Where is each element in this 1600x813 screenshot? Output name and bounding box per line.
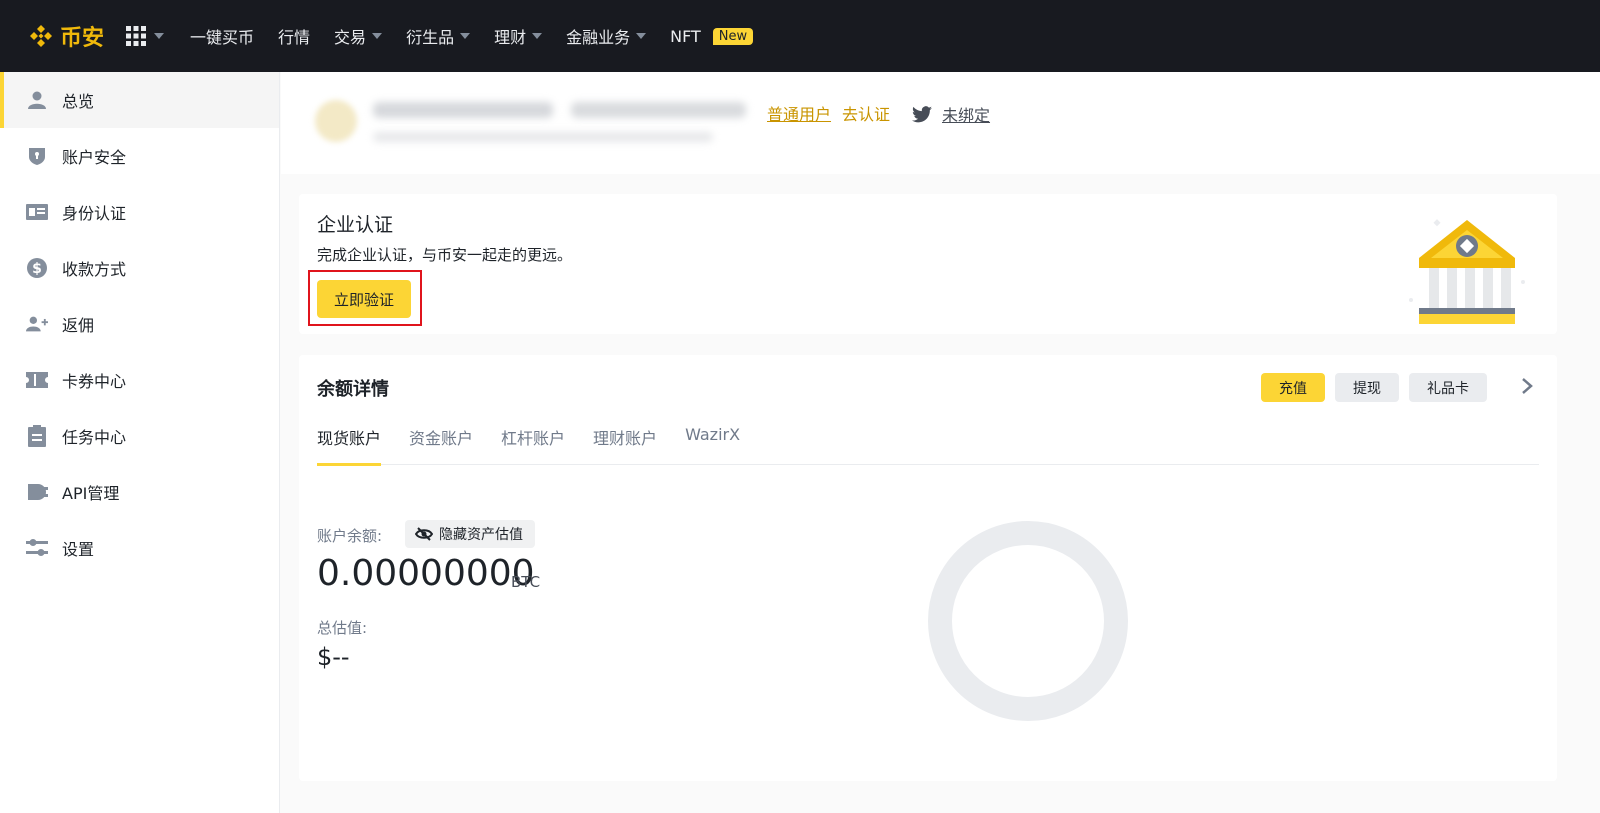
balance-actions: 充值 提现 礼品卡 [1261,373,1487,402]
grid-icon [126,26,147,46]
bank-icon [1409,219,1525,324]
chevron-down-icon [460,33,471,39]
balance-amount: 0.00000000 [317,553,535,594]
eye-off-icon [415,527,433,541]
binance-logo[interactable]: 币安 [28,20,104,52]
id-card-icon [26,201,48,223]
logo-text: 币安 [60,26,105,51]
dollar-icon: $ [26,257,48,279]
gift-card-button[interactable]: 礼品卡 [1409,373,1487,402]
svg-text:$: $ [32,261,42,277]
total-value-label: 总估值: [317,619,368,637]
tab-spot-account[interactable]: 现货账户 [317,425,382,466]
sidebar-item-referral[interactable]: 返佣 [0,296,279,352]
enterprise-title: 企业认证 [317,214,394,236]
user-icon [26,89,48,111]
new-badge: New [712,27,754,45]
top-navbar: 币安 一键买币 行情 交易 衍生品 理财 金融业务 NFT New [0,0,1600,72]
clipboard-icon [26,425,48,447]
asset-distribution-donut [928,521,1128,721]
api-icon [26,481,48,503]
sliders-icon [26,537,48,559]
nav-label: 一键买币 [190,28,255,47]
enterprise-description: 完成企业认证，与币安一起走的更远。 [317,246,573,264]
sidebar-item-label: API管理 [62,484,120,503]
redacted-user-info [373,132,713,142]
twitter-bind-link[interactable]: 未绑定 [912,102,990,126]
sidebar-item-label: 任务中心 [62,428,127,447]
chevron-down-icon [372,33,383,39]
ticket-icon [26,369,48,391]
sidebar-item-coupons[interactable]: 卡券中心 [0,352,279,408]
nav-nft[interactable]: NFT New [670,26,754,46]
deposit-button[interactable]: 充值 [1261,373,1325,402]
avatar [315,100,357,142]
shield-icon [26,145,48,167]
redacted-user-id [571,102,746,118]
profile-header: 普通用户 去认证 未绑定 [281,72,1600,174]
enterprise-verification-card: 企业认证 完成企业认证，与币安一起走的更远。 立即验证 [299,194,1557,334]
nav-finance[interactable]: 金融业务 [566,24,647,48]
nav-label: 衍生品 [406,28,455,47]
sidebar-item-label: 返佣 [62,316,95,335]
twitter-status: 未绑定 [942,106,991,125]
chevron-down-icon [154,33,165,39]
chevron-right-icon[interactable] [1521,377,1533,395]
hide-asset-label: 隐藏资产估值 [439,527,523,543]
sidebar-item-identity[interactable]: 身份认证 [0,184,279,240]
nav-label: 金融业务 [566,28,631,47]
sidebar-item-overview[interactable]: 总览 [0,72,279,128]
balance-details-card: 余额详情 充值 提现 礼品卡 现货账户 资金账户 杠杆账户 理财账户 Wazir… [299,355,1557,781]
sidebar: 总览 账户安全 身份认证 $ 收款方式 返佣 卡券中心 任务中心 API管理 设… [0,72,280,813]
verify-now-button[interactable]: 立即验证 [317,280,411,318]
tab-funding-account[interactable]: 资金账户 [409,425,473,465]
nav-buy-crypto[interactable]: 一键买币 [190,24,254,48]
nav-earn[interactable]: 理财 [494,24,543,48]
go-verify-link[interactable]: 去认证 [842,101,890,125]
sidebar-item-label: 卡券中心 [62,372,127,391]
binance-logo-icon [30,25,52,47]
sidebar-item-payment[interactable]: $ 收款方式 [0,240,279,296]
twitter-icon [912,105,932,122]
sidebar-item-label: 账户安全 [62,148,127,167]
chevron-down-icon [636,33,647,39]
user-type-link[interactable]: 普通用户 [767,101,831,125]
sidebar-item-tasks[interactable]: 任务中心 [0,408,279,464]
tab-wazirx[interactable]: WazirX [685,425,740,465]
nav-markets[interactable]: 行情 [278,24,310,48]
nav-label: 交易 [334,28,367,47]
nav-trade[interactable]: 交易 [334,24,383,48]
sidebar-item-label: 身份认证 [62,204,127,223]
total-value: $-- [317,643,350,671]
withdraw-button[interactable]: 提现 [1335,373,1399,402]
sidebar-item-label: 总览 [62,92,95,111]
redacted-username [373,102,553,118]
tab-margin-account[interactable]: 杠杆账户 [501,425,565,465]
account-tabs: 现货账户 资金账户 杠杆账户 理财账户 WazirX [317,425,1539,466]
nav-derivatives[interactable]: 衍生品 [406,24,471,48]
main-content: 普通用户 去认证 未绑定 企业认证 完成企业认证，与币安一起走的更远。 立即验证 [281,72,1600,813]
nav-label: NFT [670,26,701,46]
hide-asset-value-button[interactable]: 隐藏资产估值 [405,520,535,548]
nav-label: 理财 [494,28,527,47]
chevron-down-icon [532,33,543,39]
balance-unit: BTC [511,573,541,591]
sidebar-item-label: 设置 [62,540,95,559]
sidebar-item-api[interactable]: API管理 [0,464,279,520]
tab-earn-account[interactable]: 理财账户 [593,425,657,465]
sidebar-item-settings[interactable]: 设置 [0,520,279,576]
sidebar-item-security[interactable]: 账户安全 [0,128,279,184]
sidebar-item-label: 收款方式 [62,260,127,279]
balance-title: 余额详情 [317,379,389,400]
add-user-icon [26,313,48,335]
nav-label: 行情 [278,28,311,47]
apps-grid-menu[interactable] [126,26,165,46]
account-balance-label: 账户余额: [317,527,383,545]
